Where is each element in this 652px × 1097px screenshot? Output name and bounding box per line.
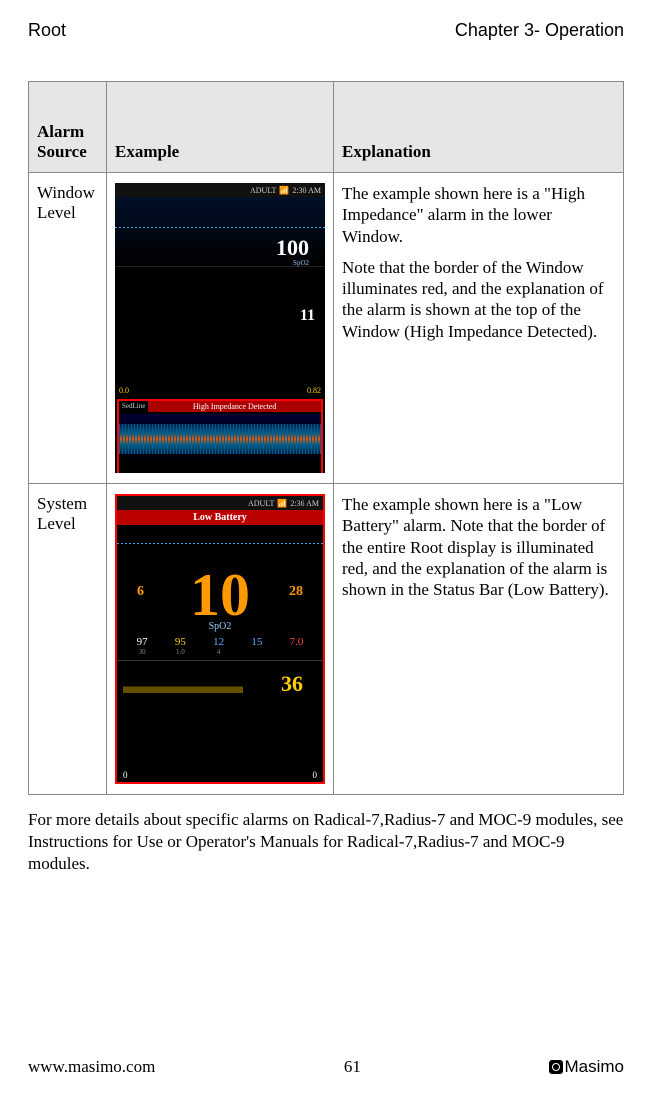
- bottom-row: 0 0: [117, 770, 323, 780]
- table-row: System Level ADULT 📶 2:36 AM Low Battery…: [29, 484, 624, 795]
- pr-value: 97: [137, 636, 148, 648]
- explanation-cell: The example shown here is a "Low Battery…: [334, 484, 624, 795]
- alarm-banner: High Impedance Detected: [148, 401, 321, 412]
- brand-text: Masimo: [564, 1057, 624, 1076]
- table-row: Window Level ADULT 📶 2:30 AM 100 SpO2: [29, 173, 624, 484]
- wifi-icon: 📶: [279, 186, 289, 195]
- rr-sub: 4: [213, 648, 224, 656]
- low-battery-banner: Low Battery: [117, 510, 323, 525]
- trend-panel: 36: [117, 660, 323, 710]
- alarm-window: SedLine High Impedance Detected 17 70 0: [117, 399, 323, 473]
- spo2-label: SpO2: [276, 259, 309, 267]
- explanation-text: The example shown here is a "High Impeda…: [342, 183, 615, 247]
- header-left: Root: [28, 20, 66, 41]
- col-explanation: Explanation: [334, 82, 624, 173]
- footnote: For more details about specific alarms o…: [28, 809, 624, 875]
- window-level-screenshot: ADULT 📶 2:30 AM 100 SpO2 55 PR 18: [115, 183, 325, 473]
- source-cell: System Level: [29, 484, 107, 795]
- trend-line: [123, 677, 243, 693]
- other-value: 11: [300, 307, 315, 325]
- example-cell: ADULT 📶 2:36 AM Low Battery 6 10 28 SpO2…: [107, 484, 334, 795]
- sedline-label: SedLine: [119, 401, 148, 412]
- readings-row: 0.0 0.82: [119, 386, 321, 395]
- clock: 2:30 AM: [292, 186, 321, 195]
- explanation-text: Note that the border of the Window illum…: [342, 257, 615, 342]
- page-number: 61: [344, 1057, 361, 1077]
- page-footer: www.masimo.com 61 Masimo: [28, 1057, 624, 1077]
- spectrogram: [119, 414, 321, 464]
- footer-url: www.masimo.com: [28, 1057, 155, 1077]
- adult-label: ADULT: [248, 499, 274, 508]
- val5: 7.0: [290, 636, 304, 648]
- page-header: Root Chapter 3- Operation: [28, 20, 624, 41]
- bottom-right: 0: [313, 770, 318, 780]
- device-status-bar: ADULT 📶 2:30 AM: [115, 183, 325, 197]
- adult-label: ADULT: [250, 186, 276, 195]
- side-left: 6: [137, 585, 144, 599]
- reading-left: 0.0: [119, 386, 129, 395]
- pi-value: 95: [175, 636, 186, 648]
- bottom-left: 0: [123, 770, 128, 780]
- footer-brand: Masimo: [549, 1057, 624, 1077]
- col-example: Example: [107, 82, 334, 173]
- alarm-table: Alarm Source Example Explanation Window …: [28, 81, 624, 795]
- spo2-value: 100: [276, 237, 309, 259]
- pr-sub: 30: [137, 648, 148, 656]
- waveform-panel: 100 SpO2 55 PR 18: [115, 197, 325, 267]
- vitals-grid: 9730 951.0 124 15 7.0: [123, 636, 317, 656]
- mid-panel: 11 0.0 0.82: [115, 267, 325, 397]
- waveform-panel: [117, 525, 323, 565]
- trend-value: 36: [281, 671, 303, 697]
- pi-sub: 1.0: [175, 648, 186, 656]
- explanation-cell: The example shown here is a "High Impeda…: [334, 173, 624, 484]
- spo2-big-value: 10: [190, 562, 250, 628]
- spo2-big: 6 10 28: [117, 565, 323, 625]
- clock: 2:36 AM: [290, 499, 319, 508]
- system-level-screenshot: ADULT 📶 2:36 AM Low Battery 6 10 28 SpO2…: [115, 494, 325, 784]
- side-right: 28: [289, 585, 303, 599]
- example-cell: ADULT 📶 2:30 AM 100 SpO2 55 PR 18: [107, 173, 334, 484]
- wifi-icon: 📶: [277, 499, 287, 508]
- header-right: Chapter 3- Operation: [455, 20, 624, 41]
- reading-right: 0.82: [307, 386, 321, 395]
- col-alarm-source: Alarm Source: [29, 82, 107, 173]
- masimo-logo-icon: [549, 1060, 563, 1074]
- source-cell: Window Level: [29, 173, 107, 484]
- rr-value: 12: [213, 636, 224, 648]
- explanation-text: The example shown here is a "Low Battery…: [342, 494, 615, 600]
- device-status-bar: ADULT 📶 2:36 AM: [117, 496, 323, 510]
- val4: 15: [251, 636, 262, 648]
